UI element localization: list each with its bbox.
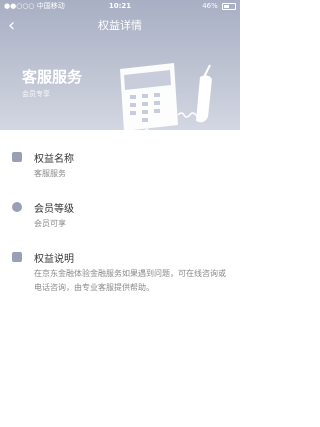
status-bar: ●●○○○ 中国移动 10:21 46% — [0, 0, 240, 12]
hero-subtitle: 会员专享 — [22, 90, 50, 98]
section-title: 权益说明 — [34, 254, 74, 265]
section-text: 在京东金融体验金融服务如果遇到问题，可在线咨询或电话咨询，由专业客服提供帮助。 — [34, 269, 226, 292]
telephone-illustration-icon — [120, 63, 212, 130]
info-icon — [12, 252, 22, 262]
battery-icon — [222, 2, 236, 10]
section-title: 权益名称 — [34, 154, 74, 165]
page-title: 权益详情 — [98, 19, 142, 32]
section-text: 会员可享 — [34, 219, 66, 228]
detail-content: 权益名称 客服服务 会员等级 会员可享 权益说明 在京东金融体验金融服务如果遇到… — [0, 130, 240, 427]
list-icon — [12, 152, 22, 162]
battery-status: 46% — [202, 0, 236, 12]
compass-icon — [12, 202, 22, 212]
hero-banner: ●●○○○ 中国移动 10:21 46% ‹ 权益详情 客服服务 会员专享 — [0, 0, 240, 130]
battery-percent: 46% — [202, 2, 218, 10]
nav-bar: ‹ 权益详情 — [0, 12, 240, 40]
hero-title: 客服服务 — [22, 68, 83, 86]
section-title: 会员等级 — [34, 204, 74, 215]
section-text: 客服服务 — [34, 169, 66, 178]
